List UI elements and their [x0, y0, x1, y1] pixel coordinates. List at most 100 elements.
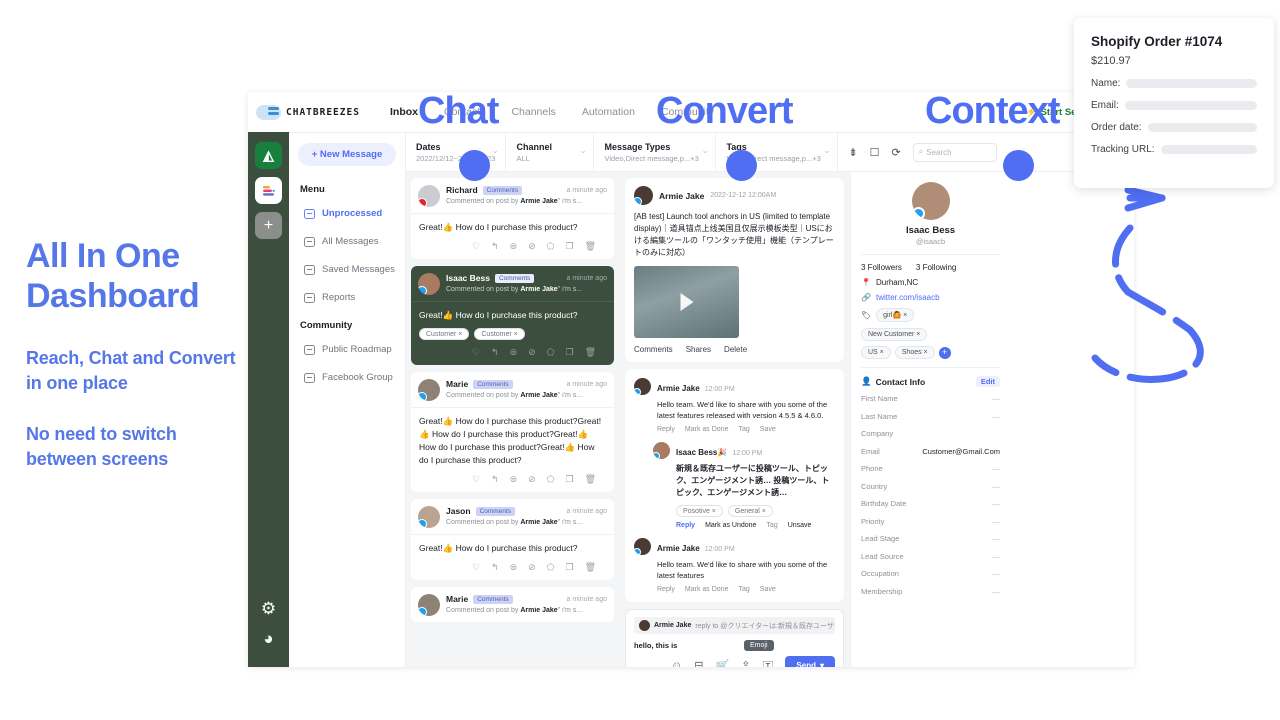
thread-action-save[interactable]: Save — [760, 586, 776, 593]
cart-icon[interactable]: 🛒 — [716, 659, 730, 667]
list-item[interactable]: Marie Comments a minute ago Commented on… — [411, 372, 614, 492]
workspace-icon-primary[interactable]: ◭ — [255, 142, 282, 169]
attachment-icon[interactable]: ⇪ — [741, 659, 750, 667]
sidebar-item-all-messages[interactable]: All Messages — [298, 236, 396, 247]
emoji-icon[interactable]: ☺ — [671, 660, 682, 668]
checkbox-icon[interactable]: ☐ — [870, 146, 880, 159]
tag-chip[interactable]: Customer × — [419, 328, 470, 340]
dm-icon[interactable]: ⊜ — [510, 241, 518, 252]
workspace-icon-secondary[interactable] — [255, 177, 282, 204]
like-icon[interactable]: ♡ — [472, 474, 480, 485]
post-link-shares[interactable]: Shares — [686, 345, 711, 354]
nav-item-channels[interactable]: Channels — [511, 106, 555, 118]
done-icon[interactable]: ⊘ — [528, 347, 536, 358]
nav-item-inbox[interactable]: Inbox — [390, 106, 418, 118]
save-icon[interactable]: ❐ — [565, 241, 573, 252]
settings-gear-icon[interactable]: ⚙ — [261, 599, 276, 619]
sidebar-item-reports[interactable]: Reports — [298, 292, 396, 303]
tag-icon[interactable]: ⬠ — [547, 241, 555, 252]
sort-icon[interactable]: ⇟ — [848, 146, 857, 159]
thread-action-unsave[interactable]: Unsave — [788, 522, 812, 529]
save-icon[interactable]: ❐ — [565, 347, 573, 358]
field-value[interactable]: — — [993, 569, 1001, 578]
tag-chip[interactable]: Posotive × — [676, 505, 723, 517]
delete-icon[interactable]: 🗑 — [585, 562, 596, 573]
thread-action-reply[interactable]: Reply — [657, 426, 675, 433]
sidebar-item-unprocessed[interactable]: Unprocessed — [298, 208, 396, 219]
field-value[interactable]: — — [993, 394, 1001, 403]
delete-icon[interactable]: 🗑 — [585, 347, 596, 358]
add-workspace-button[interactable]: + — [255, 212, 282, 239]
thread-action-reply[interactable]: Reply — [676, 522, 695, 529]
post-link-comments[interactable]: Comments — [634, 345, 673, 354]
done-icon[interactable]: ⊘ — [528, 562, 536, 573]
thread-action-mark-undone[interactable]: Mark as Undone — [705, 522, 756, 529]
refresh-icon[interactable]: ⟳ — [892, 146, 901, 159]
thread-action-tag[interactable]: Tag — [766, 522, 777, 529]
reply-icon[interactable]: ↰ — [491, 241, 499, 252]
new-message-button[interactable]: + New Message — [298, 143, 396, 166]
nav-item-automation[interactable]: Automation — [582, 106, 635, 118]
filter-channel[interactable]: Channel ALL ⌄ — [506, 133, 595, 171]
save-icon[interactable]: ❐ — [565, 474, 573, 485]
field-value[interactable]: — — [993, 552, 1001, 561]
thread-action-reply[interactable]: Reply — [657, 586, 675, 593]
thread-action-tag[interactable]: Tag — [738, 426, 749, 433]
field-value[interactable]: — — [993, 534, 1001, 543]
sidebar-item-facebook-group[interactable]: Facebook Group — [298, 372, 396, 383]
field-value[interactable]: — — [993, 464, 1001, 473]
field-value[interactable]: — — [993, 517, 1001, 526]
filter-message-types[interactable]: Message Types Video,Direct message,p...+… — [594, 133, 717, 171]
filter-dates[interactable]: Dates 2022/12/12~2023/01/23 ⌄ — [406, 133, 507, 171]
tag-chip[interactable]: New Customer × — [861, 328, 928, 341]
tag-chip[interactable]: General × — [727, 505, 773, 517]
sidebar-item-saved-messages[interactable]: Saved Messages — [298, 264, 396, 275]
edit-button[interactable]: Edit — [975, 376, 1000, 387]
composer-input[interactable]: hello, this is — [634, 641, 835, 650]
add-tag-icon[interactable]: + — [938, 346, 951, 359]
tag-chip[interactable]: Shoes × — [894, 346, 935, 359]
tag-icon[interactable]: ⬠ — [547, 562, 555, 573]
field-value[interactable]: — — [993, 587, 1001, 596]
delete-icon[interactable]: 🗑 — [585, 474, 596, 485]
send-button[interactable]: Send ▾ — [785, 656, 835, 667]
thread-action-tag[interactable]: Tag — [738, 586, 749, 593]
list-item[interactable]: Marie Comments a minute ago Commented on… — [411, 587, 614, 622]
quick-reply-icon[interactable]: ⊟ — [694, 659, 703, 667]
brand-logo[interactable]: CHATBREEZES — [256, 104, 366, 120]
tag-chip[interactable]: Customer × — [474, 328, 525, 340]
tag-chip[interactable]: girl🙆 × — [876, 308, 915, 322]
dm-icon[interactable]: ⊜ — [510, 347, 518, 358]
like-icon[interactable]: ♡ — [472, 241, 480, 252]
contact-link-row[interactable]: 🔗 twitter.com/isaacb — [861, 293, 1000, 302]
field-value[interactable]: — — [993, 412, 1001, 421]
delete-icon[interactable]: 🗑 — [585, 241, 596, 252]
thread-action-mark-done[interactable]: Mark as Done — [685, 426, 729, 433]
thread-action-mark-done[interactable]: Mark as Done — [685, 586, 729, 593]
save-icon[interactable]: ❐ — [565, 562, 573, 573]
search-input[interactable]: ⌕ Search — [912, 142, 997, 162]
tag-chip[interactable]: US × — [861, 346, 891, 359]
done-icon[interactable]: ⊘ — [528, 474, 536, 485]
dm-icon[interactable]: ⊜ — [510, 474, 518, 485]
help-support-icon[interactable]: ◕ — [263, 629, 273, 649]
field-value[interactable]: — — [993, 499, 1001, 508]
post-video-thumbnail[interactable] — [634, 266, 739, 338]
list-item[interactable]: Jason Comments a minute ago Commented on… — [411, 499, 614, 580]
field-value[interactable]: — — [993, 482, 1001, 491]
thread-action-save[interactable]: Save — [760, 426, 776, 433]
sidebar-item-public-roadmap[interactable]: Public Roadmap — [298, 344, 396, 355]
list-item-selected[interactable]: Isaac Bess Comments a minute ago Comment… — [411, 266, 614, 365]
message-list[interactable]: Richard Comments a minute ago Commented … — [406, 172, 619, 667]
done-icon[interactable]: ⊘ — [528, 241, 536, 252]
tag-icon[interactable]: ⬠ — [547, 347, 555, 358]
like-icon[interactable]: ♡ — [472, 562, 480, 573]
post-link-delete[interactable]: Delete — [724, 345, 747, 354]
list-item[interactable]: Richard Comments a minute ago Commented … — [411, 178, 614, 259]
like-icon[interactable]: ♡ — [472, 347, 480, 358]
reply-icon[interactable]: ↰ — [491, 347, 499, 358]
field-value[interactable]: Customer@Gmail.Com — [922, 447, 1000, 456]
text-template-icon[interactable]: 🅃 — [762, 658, 773, 668]
reply-icon[interactable]: ↰ — [491, 562, 499, 573]
tag-icon[interactable]: ⬠ — [547, 474, 555, 485]
